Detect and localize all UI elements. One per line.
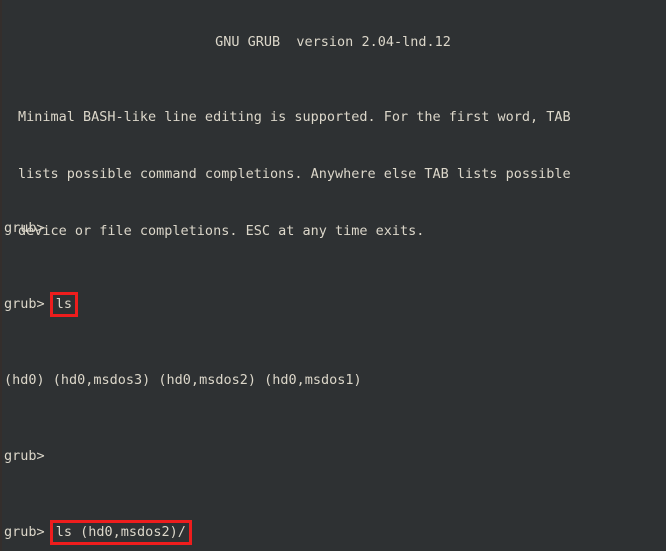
annotated-command-ls[interactable]: ls xyxy=(49,292,79,317)
console-line-output-devices: (hd0) (hd0,msdos3) (hd0,msdos2) (hd0,msd… xyxy=(4,371,638,390)
console-line-command-ls: grub> ls xyxy=(4,292,638,317)
intro-line: Minimal BASH-like line editing is suppor… xyxy=(18,109,571,125)
prompt-label: grub> xyxy=(4,448,45,464)
grub-console-screen: GNU GRUB version 2.04-lnd.12 Minimal BAS… xyxy=(0,0,666,551)
prompt-label: grub> xyxy=(4,220,45,236)
prompt-label: grub> xyxy=(4,524,53,540)
console-output: grub> grub> ls (hd0) (hd0,msdos3) (hd0,m… xyxy=(4,162,638,551)
output-text: (hd0) (hd0,msdos3) (hd0,msdos2) (hd0,msd… xyxy=(4,372,362,388)
prompt-label: grub> xyxy=(4,296,53,312)
console-line-command-ls-root: grub> ls (hd0,msdos2)/ xyxy=(4,520,638,545)
console-line-prompt: grub> xyxy=(4,219,638,238)
annotated-command-ls-root[interactable]: ls (hd0,msdos2)/ xyxy=(49,520,192,545)
grub-version-title: GNU GRUB version 2.04-lnd.12 xyxy=(215,34,451,50)
console-line-prompt: grub> xyxy=(4,447,638,466)
left-edge-strip xyxy=(0,0,2,551)
